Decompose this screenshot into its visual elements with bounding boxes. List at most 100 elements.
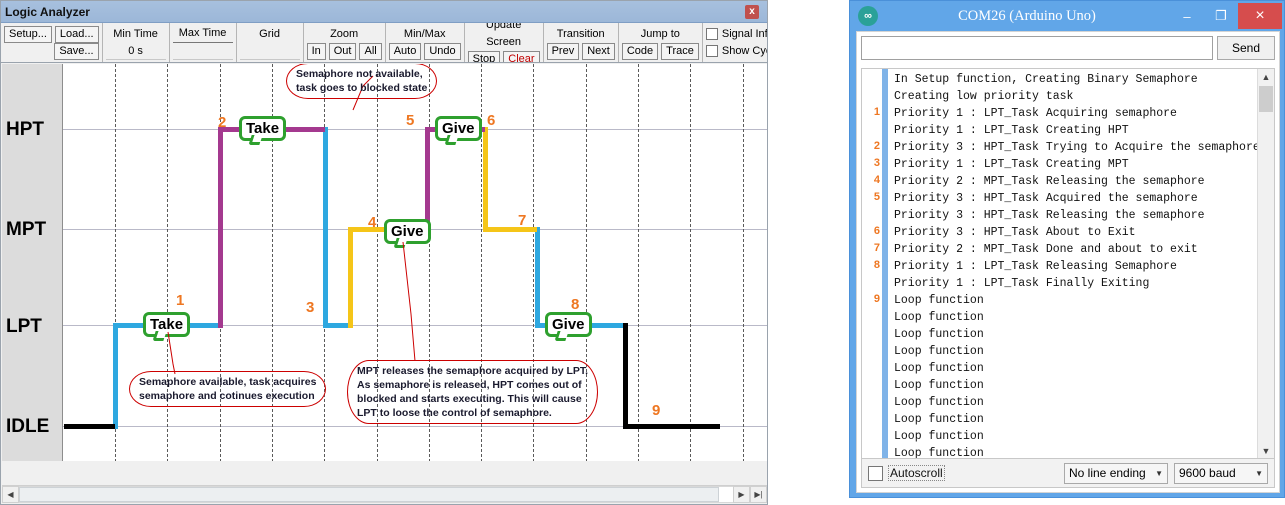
scrollbar-thumb[interactable] bbox=[19, 487, 719, 502]
signal-options-group: Signal Info Show Cycles bbox=[703, 23, 767, 62]
send-button[interactable]: Send bbox=[1217, 36, 1275, 60]
waveform-plot[interactable]: HPT MPT LPT IDLE 1 2 3 4 5 6 7 8 9 Take bbox=[2, 64, 767, 462]
callout-blocked-line1: Semaphore not available, bbox=[296, 68, 423, 80]
line-ending-value: No line ending bbox=[1069, 466, 1146, 480]
transition-group: Transition Prev Next bbox=[544, 23, 619, 62]
axis-label-lpt: LPT bbox=[6, 316, 42, 337]
zoom-in-button[interactable]: In bbox=[306, 42, 326, 60]
grid-label: Grid bbox=[259, 27, 280, 40]
minmax-auto-button[interactable]: Auto bbox=[388, 42, 422, 60]
jump-code-button[interactable]: Code bbox=[621, 42, 659, 60]
waveform-grid: 1 2 3 4 5 6 7 8 9 Take Take Give Give Gi… bbox=[63, 64, 767, 462]
load-button[interactable]: Load... bbox=[54, 25, 99, 43]
console-line-marker: 5 bbox=[873, 191, 880, 203]
event-bubble-give-8[interactable]: Give bbox=[545, 312, 592, 337]
callout-mpt-release: MPT releases the semaphore acquired by L… bbox=[347, 360, 599, 424]
callout-mpt-line1: MPT releases the semaphore acquired by L… bbox=[357, 365, 589, 377]
transition-prev-button[interactable]: Prev bbox=[546, 42, 580, 60]
setup-button[interactable]: Setup... bbox=[4, 25, 52, 43]
show-cycles-checkbox[interactable] bbox=[705, 45, 718, 57]
transition-next-button[interactable]: Next bbox=[582, 42, 615, 60]
event-bubble-take-2[interactable]: Take bbox=[239, 116, 287, 141]
scrollbar-track[interactable] bbox=[19, 486, 733, 503]
min-time-group: Min Time 0 s bbox=[103, 23, 170, 62]
line-marker-gutter: 1 2 3 4 5 6 7 8 9 bbox=[862, 69, 882, 459]
zoom-group: Zoom In Out All bbox=[304, 23, 386, 62]
serial-output-console[interactable]: 1 2 3 4 5 6 7 8 9 In Setup function, Creating Bi… bbox=[861, 68, 1275, 460]
logic-analyzer-toolbar: Setup... Load... Save... Min Time 0 s Ma… bbox=[1, 23, 767, 63]
event-bubble-take-1[interactable]: Take bbox=[143, 312, 191, 337]
callout-available-line1: Semaphore available, task acquires bbox=[139, 376, 317, 388]
callout-available: Semaphore available, task acquires semap… bbox=[129, 371, 327, 407]
zoom-label: Zoom bbox=[330, 27, 359, 40]
max-time-label: Max Time bbox=[172, 25, 233, 43]
grid-group: Grid bbox=[237, 23, 304, 62]
callout-blocked-line2: task goes to blocked state bbox=[296, 82, 428, 94]
close-icon[interactable]: × bbox=[1238, 3, 1282, 29]
zoom-all-button[interactable]: All bbox=[359, 42, 382, 60]
console-line-marker: 3 bbox=[873, 157, 880, 169]
marker-3: 3 bbox=[306, 299, 315, 316]
trace-segment-idle bbox=[64, 423, 115, 429]
minmax-undo-button[interactable]: Undo bbox=[424, 42, 461, 60]
console-text: In Setup function, Creating Binary Semap… bbox=[894, 73, 1257, 459]
callout-mpt-line4: LPT to loose the control of semaphore. bbox=[357, 407, 552, 419]
vertical-gridline bbox=[742, 64, 744, 462]
grid-value[interactable] bbox=[239, 43, 300, 60]
chevron-down-icon: ▼ bbox=[1155, 468, 1163, 478]
serial-monitor-footer: Autoscroll No line ending ▼ 9600 baud ▼ bbox=[861, 458, 1275, 488]
axis-label-hpt: HPT bbox=[6, 119, 44, 140]
trace-segment-lpt bbox=[534, 226, 540, 328]
minimize-icon[interactable]: – bbox=[1170, 3, 1204, 29]
baud-rate-value: 9600 baud bbox=[1179, 466, 1236, 480]
file-group: Setup... Load... Save... bbox=[1, 23, 103, 62]
event-bubble-give-5[interactable]: Give bbox=[435, 116, 482, 141]
marker-1: 1 bbox=[176, 292, 185, 309]
zoom-out-button[interactable]: Out bbox=[328, 42, 357, 60]
axis-label-mpt: MPT bbox=[6, 219, 47, 240]
scroll-left-icon[interactable]: ◀ bbox=[2, 486, 19, 503]
autoscroll-label: Autoscroll bbox=[888, 465, 945, 481]
console-line-marker: 2 bbox=[873, 140, 880, 152]
autoscroll-control[interactable]: Autoscroll bbox=[868, 465, 1058, 481]
close-icon[interactable]: x bbox=[745, 4, 759, 19]
scroll-end-icon[interactable]: ▶| bbox=[750, 486, 767, 503]
callout-available-line2: semaphore and cotinues execution bbox=[139, 390, 315, 402]
jump-to-label: Jump to bbox=[640, 27, 680, 40]
max-time-value[interactable] bbox=[172, 43, 233, 60]
scroll-up-icon[interactable]: ▲ bbox=[1258, 69, 1274, 85]
horizontal-scrollbar[interactable]: ◀ ▶ ▶| bbox=[2, 485, 767, 503]
line-ending-select[interactable]: No line ending ▼ bbox=[1064, 462, 1168, 484]
serial-command-input[interactable] bbox=[861, 36, 1213, 60]
send-row: Send bbox=[857, 32, 1279, 64]
trace-segment-mpt bbox=[347, 226, 353, 328]
signal-info-checkbox[interactable] bbox=[705, 28, 718, 40]
event-bubble-give-4[interactable]: Give bbox=[384, 219, 431, 244]
maximize-icon[interactable]: ❐ bbox=[1204, 3, 1238, 29]
scroll-right-icon[interactable]: ▶ bbox=[733, 486, 750, 503]
console-vertical-scrollbar[interactable]: ▲ ▼ bbox=[1257, 69, 1274, 459]
update-screen-group: Update Screen Stop Clear bbox=[465, 23, 544, 62]
minmax-label: Min/Max bbox=[403, 27, 446, 40]
clear-button[interactable]: Clear bbox=[503, 51, 540, 62]
scroll-down-icon[interactable]: ▼ bbox=[1258, 443, 1274, 459]
trace-segment-lpt bbox=[322, 126, 328, 328]
serial-monitor-titlebar: ∞ COM26 (Arduino Uno) – ❐ × bbox=[850, 1, 1284, 31]
marker-8: 8 bbox=[571, 296, 580, 313]
logic-analyzer-bottom: ◀ ▶ ▶| bbox=[2, 461, 767, 503]
arduino-infinity-icon: ∞ bbox=[858, 6, 878, 26]
trace-segment-hpt bbox=[424, 126, 430, 232]
serial-monitor-window: ∞ COM26 (Arduino Uno) – ❐ × Send 1 2 3 4 5 6 7… bbox=[849, 0, 1285, 498]
min-time-value[interactable]: 0 s bbox=[105, 43, 166, 60]
stop-button[interactable]: Stop bbox=[467, 51, 501, 62]
autoscroll-checkbox[interactable] bbox=[868, 465, 883, 481]
baud-rate-select[interactable]: 9600 baud ▼ bbox=[1174, 462, 1268, 484]
transition-label: Transition bbox=[556, 27, 605, 40]
jump-trace-button[interactable]: Trace bbox=[661, 42, 699, 60]
console-line-marker: 7 bbox=[873, 242, 880, 254]
logic-analyzer-title: Logic Analyzer bbox=[5, 4, 90, 19]
console-scroll-thumb[interactable] bbox=[1259, 86, 1273, 112]
save-button[interactable]: Save... bbox=[54, 42, 99, 60]
trace-segment-lpt bbox=[325, 322, 350, 328]
marker-9: 9 bbox=[652, 402, 661, 419]
